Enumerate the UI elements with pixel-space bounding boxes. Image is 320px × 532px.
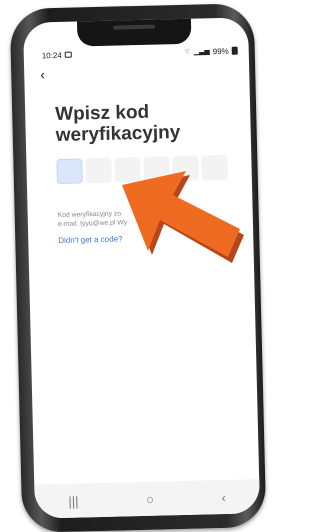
info-line-1: Kod weryfikacyjny zo [57, 210, 122, 220]
gallery-icon [64, 51, 72, 58]
back-button[interactable]: ‹ [221, 490, 226, 505]
code-digit-2[interactable] [85, 157, 112, 184]
status-left: 10:24 [42, 50, 72, 60]
page-title: Wpisz kod weryfikacyjny [54, 101, 181, 147]
status-bar: 10:24 ⌔ ▁▃▅ 99% [42, 45, 238, 62]
back-arrow-icon[interactable]: ‹ [40, 66, 56, 82]
battery-percent: 99% [212, 46, 229, 56]
recents-button[interactable]: ||| [68, 493, 79, 508]
info-line-2: e-mail: tyyu@we.pl Wy [57, 219, 128, 229]
home-button[interactable]: ○ [146, 491, 154, 506]
signal-icon: ▁▃▅ [193, 48, 210, 56]
resend-code-link[interactable]: Didn't get a code? [58, 234, 122, 245]
system-nav-bar: ||| ○ ‹ [34, 479, 261, 519]
phone-screen: 10:24 ⌔ ▁▃▅ 99% ‹ Wpisz kod weryfikacyjn… [22, 17, 261, 519]
code-digit-1[interactable] [56, 158, 83, 185]
wifi-icon: ⌔ [183, 48, 191, 56]
speaker [113, 24, 156, 30]
notch [76, 17, 192, 47]
battery-icon [231, 46, 238, 55]
status-time: 10:24 [41, 50, 62, 60]
pointer-arrow-icon [122, 171, 244, 263]
status-right: ⌔ ▁▃▅ 99% [184, 46, 238, 56]
